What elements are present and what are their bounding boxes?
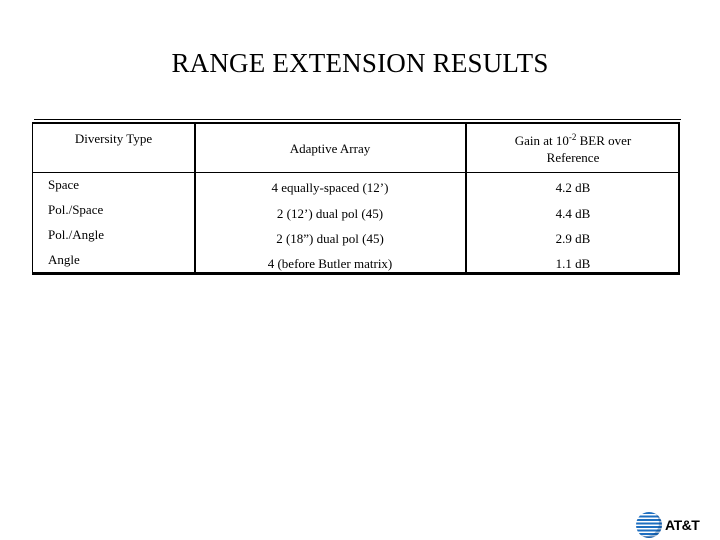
row-3-adaptive-array: 2 (18”) dual pol (45) — [276, 231, 384, 246]
row-2-diversity-type: Pol./Space — [48, 202, 104, 217]
row-4-adaptive-array: 4 (before Butler matrix) — [267, 256, 393, 271]
att-globe-icon — [636, 512, 662, 538]
header-gain-prefix: Gain at 10 — [514, 133, 569, 148]
header-gain: Gain at 10-2 BER over Reference — [467, 132, 679, 166]
row-1-diversity-type: Space — [48, 177, 80, 192]
slide-title: RANGE EXTENSION RESULTS — [171, 48, 549, 78]
row-4-gain: 1.1 dB — [555, 256, 591, 271]
header-diversity-type: Diversity Type — [74, 131, 153, 146]
header-adaptive-array: Adaptive Array — [289, 141, 371, 156]
results-table: Diversity Type Adaptive Array Gain at 10… — [32, 122, 680, 275]
header-gain-line2: Reference — [546, 150, 600, 165]
header-divider — [33, 172, 678, 173]
row-1-gain: 4.2 dB — [555, 180, 591, 195]
table-top-rule — [34, 119, 681, 120]
row-2-gain: 4.4 dB — [555, 206, 591, 221]
att-logo-text: AT&T — [665, 517, 700, 533]
row-3-diversity-type: Pol./Angle — [48, 227, 104, 242]
row-4-diversity-type: Angle — [48, 252, 80, 267]
row-1-adaptive-array: 4 equally-spaced (12’) — [271, 180, 389, 195]
row-2-adaptive-array: 2 (12’) dual pol (45) — [276, 206, 384, 221]
row-3-gain: 2.9 dB — [555, 231, 591, 246]
att-logo: AT&T — [636, 512, 700, 538]
header-gain-suffix: BER over — [576, 133, 632, 148]
